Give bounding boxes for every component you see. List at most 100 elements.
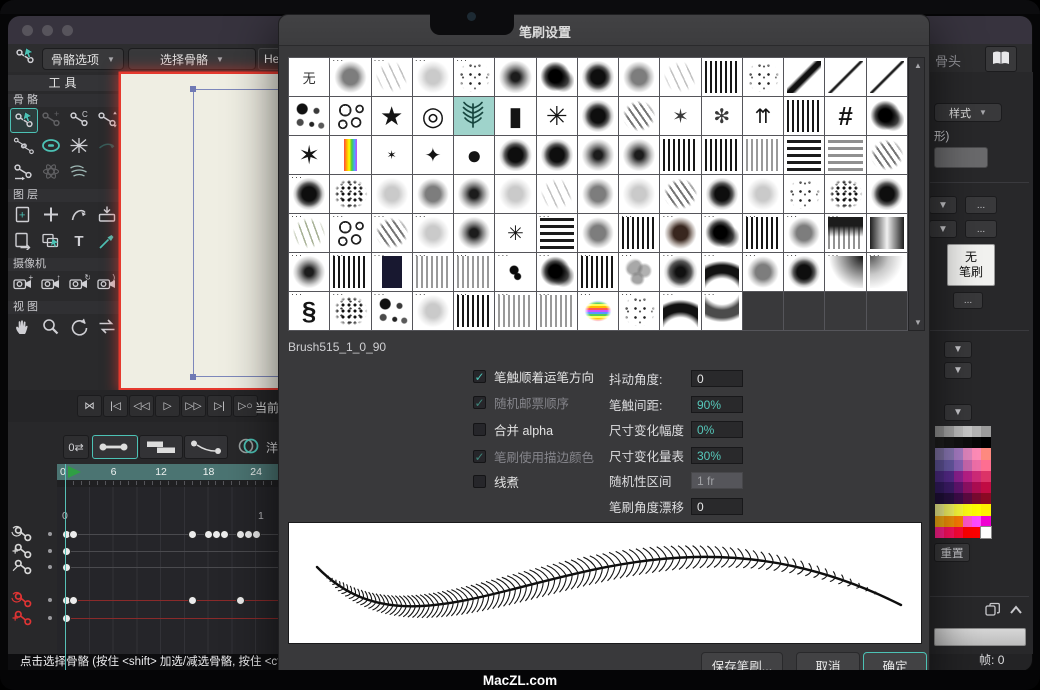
brush-cell[interactable]: ⇈ bbox=[743, 97, 783, 135]
brush-cell[interactable] bbox=[784, 175, 824, 213]
palette-swatch[interactable] bbox=[972, 504, 981, 515]
tool-zoom[interactable] bbox=[38, 315, 64, 338]
dialog-titlebar[interactable]: 笔刷设置 bbox=[279, 15, 929, 46]
bone-options-dropdown[interactable]: 骨骼选项▼ bbox=[42, 48, 124, 70]
fill-more-button[interactable]: ... bbox=[965, 220, 997, 238]
playhead-triangle-icon[interactable] bbox=[68, 466, 81, 478]
brush-cell[interactable]: ··· bbox=[330, 292, 370, 330]
keyframe-dot[interactable] bbox=[252, 530, 261, 539]
tool-cam-pan[interactable]: ) bbox=[94, 272, 120, 295]
tool-cam-plus[interactable]: + bbox=[10, 272, 36, 295]
palette-swatch[interactable] bbox=[944, 516, 953, 527]
onion-skin-button[interactable] bbox=[234, 436, 264, 456]
brush-cell[interactable] bbox=[578, 175, 618, 213]
brush-cell[interactable] bbox=[825, 175, 865, 213]
brush-cell[interactable] bbox=[825, 136, 865, 174]
brush-cell[interactable] bbox=[743, 175, 783, 213]
palette-swatch[interactable] bbox=[963, 460, 972, 471]
reset-frame-zero-button[interactable]: 0⇄ bbox=[63, 435, 89, 459]
field-input[interactable]: 0 bbox=[691, 370, 743, 387]
palette-swatch[interactable] bbox=[935, 527, 944, 538]
checkbox-5[interactable] bbox=[473, 475, 486, 488]
palette-swatch[interactable] bbox=[954, 460, 963, 471]
brush-cell[interactable] bbox=[372, 175, 412, 213]
collapse-chevron-icon[interactable] bbox=[1007, 602, 1025, 618]
color-swatch-button[interactable] bbox=[934, 147, 988, 168]
palette-swatch[interactable] bbox=[981, 437, 990, 448]
palette-swatch[interactable] bbox=[981, 516, 990, 527]
brush-cell[interactable] bbox=[867, 58, 907, 96]
playback-loop-button[interactable]: ⋈ bbox=[77, 395, 102, 417]
selection-handle[interactable] bbox=[190, 374, 196, 380]
copy-layer-icon[interactable] bbox=[984, 602, 1002, 618]
brush-cell[interactable] bbox=[413, 175, 453, 213]
tool-bone-flower[interactable] bbox=[38, 160, 64, 183]
field-input[interactable]: 0 bbox=[691, 498, 743, 515]
brush-cell-selected[interactable] bbox=[454, 97, 494, 135]
tool-text-T[interactable]: T bbox=[66, 229, 92, 252]
keyframe-dot[interactable] bbox=[62, 614, 71, 623]
tool-swap[interactable] bbox=[94, 315, 120, 338]
channel-bullet[interactable] bbox=[48, 598, 52, 602]
palette-swatch[interactable] bbox=[972, 527, 981, 538]
effect-dropdown-2[interactable]: ▼ bbox=[944, 362, 972, 379]
timeline-mode-sequencer-button[interactable] bbox=[139, 435, 183, 459]
palette-swatch[interactable] bbox=[944, 471, 953, 482]
traffic-zoom-icon[interactable] bbox=[62, 25, 73, 36]
brush-cell[interactable] bbox=[825, 58, 865, 96]
brush-cell[interactable] bbox=[495, 58, 535, 96]
brush-cell[interactable]: ··· bbox=[619, 253, 659, 291]
palette-swatch[interactable] bbox=[954, 426, 963, 437]
tool-cam-up[interactable]: ↑ bbox=[38, 272, 64, 295]
brush-cell[interactable] bbox=[784, 97, 824, 135]
brush-cell[interactable] bbox=[537, 175, 577, 213]
palette-swatch[interactable] bbox=[935, 493, 944, 504]
brush-cell[interactable] bbox=[495, 175, 535, 213]
brush-cell[interactable]: ··· bbox=[413, 253, 453, 291]
palette-swatch[interactable] bbox=[954, 504, 963, 515]
library-book-button[interactable] bbox=[985, 46, 1017, 72]
palette-swatch[interactable] bbox=[944, 460, 953, 471]
tool-layer-down[interactable] bbox=[94, 203, 120, 226]
palette-swatch[interactable] bbox=[935, 426, 944, 437]
brush-cell[interactable]: ··· bbox=[867, 253, 907, 291]
brush-cell[interactable] bbox=[702, 175, 742, 213]
palette-swatch[interactable] bbox=[972, 437, 981, 448]
brush-cell[interactable] bbox=[619, 58, 659, 96]
palette-swatch[interactable] bbox=[954, 437, 963, 448]
palette-swatch[interactable] bbox=[954, 527, 963, 538]
palette-swatch[interactable] bbox=[935, 516, 944, 527]
channel-ch-scale-icon[interactable] bbox=[10, 557, 36, 577]
tool-bone-updown[interactable] bbox=[94, 108, 120, 131]
stroke-width-dropdown[interactable]: ▼ bbox=[929, 196, 957, 214]
channel-bullet[interactable] bbox=[48, 565, 52, 569]
brush-cell[interactable]: ··· bbox=[289, 214, 329, 252]
palette-swatch[interactable] bbox=[954, 471, 963, 482]
brush-cell[interactable]: ✶ bbox=[660, 97, 700, 135]
brush-cell[interactable] bbox=[743, 58, 783, 96]
checkbox-4[interactable]: ✓ bbox=[473, 450, 486, 463]
palette-swatch[interactable] bbox=[972, 493, 981, 504]
tool-bone-arrow[interactable] bbox=[94, 134, 120, 157]
reset-button[interactable]: 重置 bbox=[934, 543, 970, 562]
brush-cell[interactable]: ··· bbox=[660, 253, 700, 291]
palette-swatch[interactable] bbox=[935, 504, 944, 515]
keyframe-dot[interactable] bbox=[62, 547, 71, 556]
palette-swatch[interactable] bbox=[944, 482, 953, 493]
brush-cell[interactable]: ★ bbox=[372, 97, 412, 135]
brush-cell[interactable]: ··· bbox=[537, 253, 577, 291]
tool-wind[interactable] bbox=[66, 160, 92, 183]
keyframe-dot[interactable] bbox=[62, 563, 71, 572]
palette-swatch[interactable] bbox=[954, 448, 963, 459]
tool-bone-select[interactable] bbox=[10, 108, 38, 133]
brush-cell[interactable]: ··· bbox=[660, 214, 700, 252]
brush-cell[interactable]: ✻ bbox=[702, 97, 742, 135]
brush-cell[interactable]: ✳ bbox=[495, 214, 535, 252]
brush-cell[interactable]: ··· bbox=[743, 214, 783, 252]
brush-cell[interactable] bbox=[578, 58, 618, 96]
brush-cell[interactable]: ✦ bbox=[413, 136, 453, 174]
brush-cell[interactable]: ✳ bbox=[537, 97, 577, 135]
brush-cell[interactable]: # bbox=[825, 97, 865, 135]
selection-handle[interactable] bbox=[190, 86, 196, 92]
tool-bone-reparent[interactable]: C bbox=[66, 108, 92, 131]
